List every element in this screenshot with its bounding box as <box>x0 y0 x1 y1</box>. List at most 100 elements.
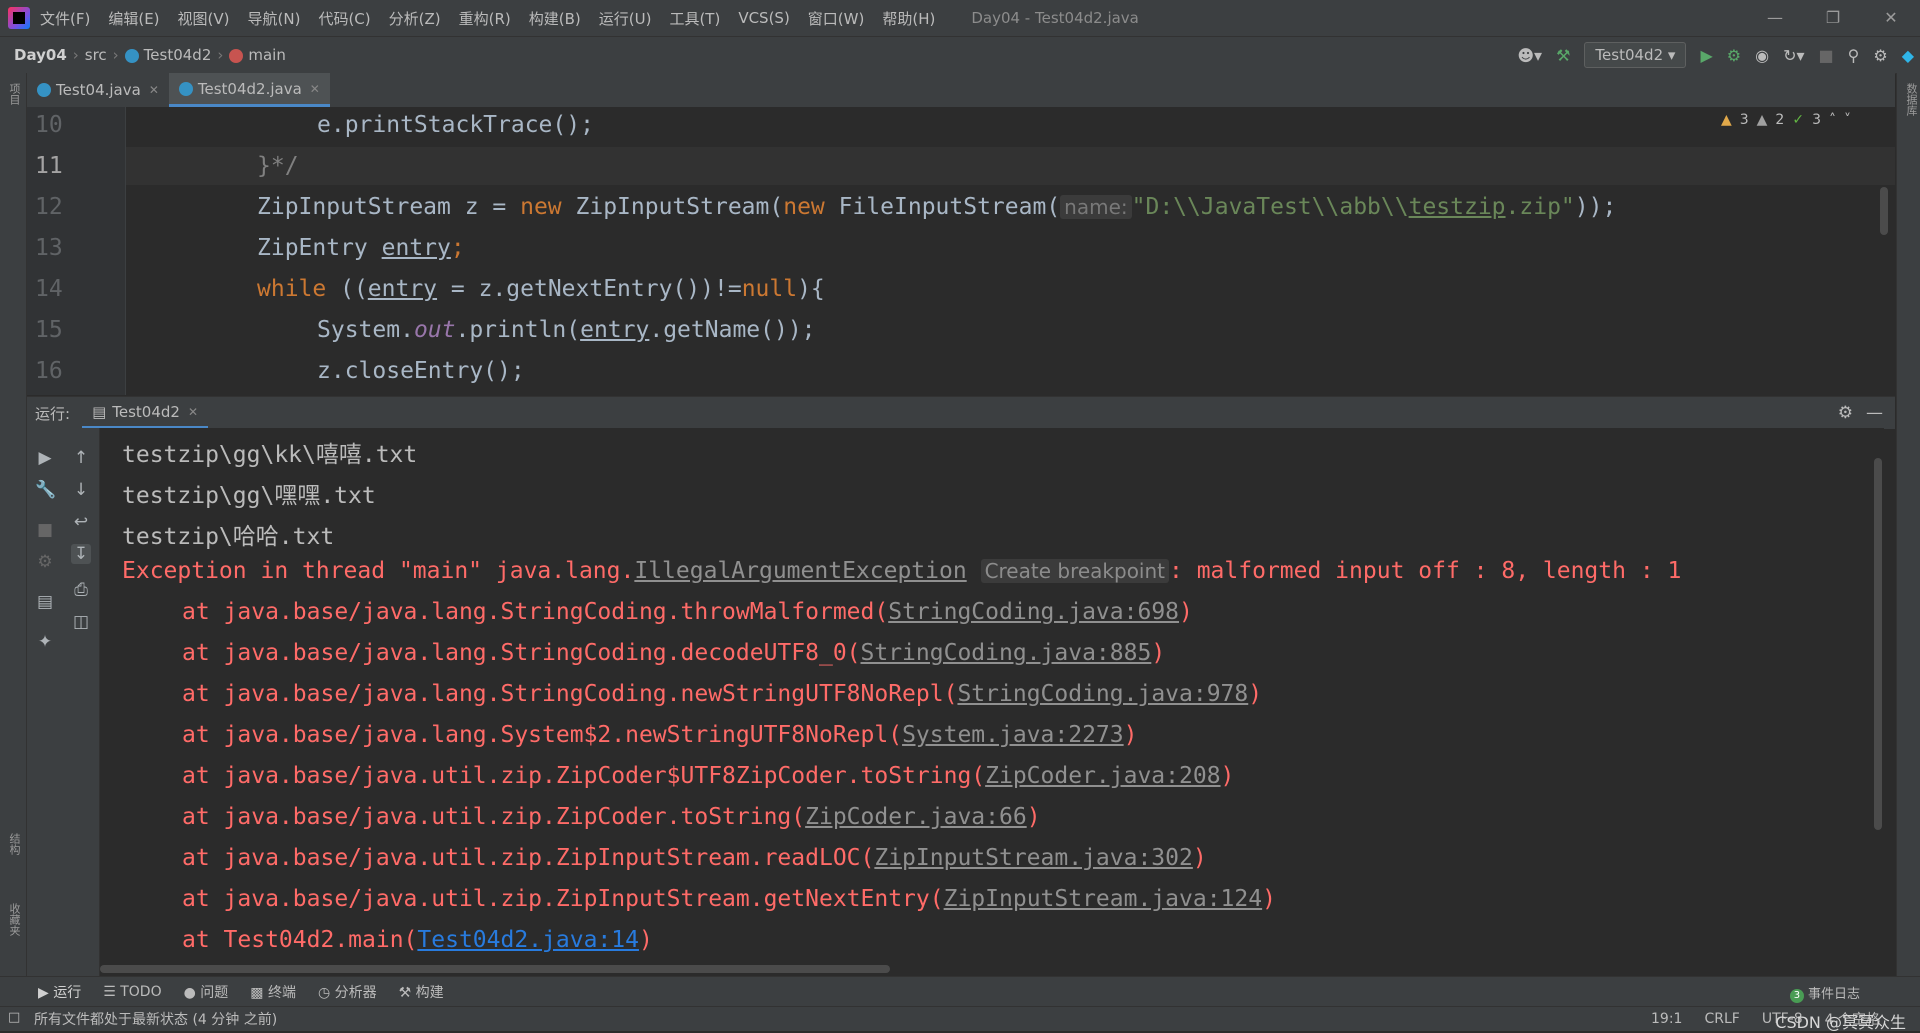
profile-icon[interactable]: ↻▾ <box>1783 46 1804 65</box>
breadcrumb-project[interactable]: Day04 <box>14 46 67 64</box>
inspection-widget[interactable]: ▲ 3 ▲ 2 ✓ 3 ˄ ˅ <box>1721 112 1851 128</box>
run-configuration-select[interactable]: Test04d2 ▾ <box>1584 42 1687 68</box>
tool-tab-terminal[interactable]: ▩ 终端 <box>250 982 296 1002</box>
run-tab-label: Test04d2 <box>112 402 180 421</box>
tool-tab-problems[interactable]: ● 问题 <box>184 982 229 1002</box>
gear-icon[interactable]: ⚙ <box>1873 46 1887 65</box>
trash-icon[interactable]: ◫ <box>71 612 91 632</box>
menu-vcs[interactable]: VCS(S) <box>738 9 789 27</box>
stack-link[interactable]: System.java:2273 <box>902 722 1124 748</box>
stack-paren: ) <box>1262 886 1276 912</box>
menu-code[interactable]: 代码(C) <box>318 8 370 29</box>
hide-panel-icon[interactable]: — <box>1866 403 1883 423</box>
class-icon <box>124 48 139 63</box>
stop-icon[interactable]: ■ <box>1819 46 1834 65</box>
console-horizontal-scrollbar[interactable] <box>100 965 890 973</box>
pin-icon[interactable]: ✦ <box>35 632 55 652</box>
user-icon[interactable]: ☻▾ <box>1517 46 1542 65</box>
stack-line: at Test04d2.main(Test04d2.java:14) <box>182 927 653 953</box>
restore-icon[interactable]: ❐ <box>1804 0 1862 36</box>
layout-toggle-icon[interactable]: □ <box>8 1010 20 1025</box>
console-vertical-scrollbar[interactable] <box>1874 458 1882 830</box>
layout-icon[interactable]: ▤ <box>35 592 55 612</box>
chevron-down-icon[interactable]: ˅ <box>1844 112 1851 128</box>
menu-navigate[interactable]: 导航(N) <box>248 8 301 29</box>
menu-run[interactable]: 运行(U) <box>599 8 652 29</box>
close-tab-icon[interactable]: ✕ <box>188 405 198 419</box>
favorites-tool-label[interactable]: 收藏夹 <box>6 903 22 936</box>
menu-tools[interactable]: 工具(T) <box>669 8 720 29</box>
left-tool-strip: 项目 结构 收藏夹 <box>0 73 27 1005</box>
coverage-icon[interactable]: ◉ <box>1755 46 1769 65</box>
run-tab-test04d2[interactable]: ▤ Test04d2 ✕ <box>82 397 209 429</box>
typo-count: 3 <box>1812 112 1821 128</box>
line-separator[interactable]: CRLF <box>1704 1011 1739 1027</box>
close-tab-icon[interactable]: ✕ <box>310 82 320 96</box>
close-tab-icon[interactable]: ✕ <box>149 83 159 97</box>
tool-tab-profiler[interactable]: ◷ 分析器 <box>318 982 377 1002</box>
scroll-to-end-icon[interactable]: ↧ <box>71 544 91 564</box>
stack-line: at java.base/java.lang.StringCoding.deco… <box>182 640 1165 666</box>
stack-text: at java.base/java.lang.StringCoding.deco… <box>182 640 861 666</box>
stack-link[interactable]: StringCoding.java:698 <box>888 599 1179 625</box>
debug-bug-icon[interactable]: ⚙ <box>35 552 55 572</box>
gear-icon[interactable]: ⚙ <box>1838 403 1853 423</box>
arrow-down-icon[interactable]: ↓ <box>71 480 91 500</box>
minimize-icon[interactable]: — <box>1746 0 1804 36</box>
wrench-icon[interactable]: 🔧 <box>35 480 56 500</box>
stack-link[interactable]: ZipInputStream.java:124 <box>944 886 1263 912</box>
code-editor[interactable]: 10 11 12 13 14 15 16 e.printStackTrace()… <box>27 107 1895 395</box>
stack-link[interactable]: ZipCoder.java:66 <box>805 804 1027 830</box>
status-message[interactable]: 所有文件都处于最新状态 (4 分钟 之前) <box>34 1009 277 1029</box>
event-log-button[interactable]: 3 事件日志 <box>1789 983 1860 1003</box>
stack-link[interactable]: StringCoding.java:885 <box>861 640 1152 666</box>
database-tool-label[interactable]: 数据库 <box>1903 83 1919 116</box>
tab-test04[interactable]: Test04.java ✕ <box>27 73 169 107</box>
editor-scrollbar[interactable] <box>1880 187 1888 235</box>
project-tool-label[interactable]: 项目 <box>6 83 22 105</box>
breadcrumb-src[interactable]: src <box>85 46 107 64</box>
arrow-up-icon[interactable]: ↑ <box>71 448 91 468</box>
exception-class-link[interactable]: IllegalArgumentException <box>634 558 966 584</box>
build-hammer-icon[interactable]: ⚒ <box>1556 46 1570 65</box>
menu-refactor[interactable]: 重构(R) <box>459 8 511 29</box>
stack-link[interactable]: StringCoding.java:978 <box>957 681 1248 707</box>
search-icon[interactable]: ⚲ <box>1848 46 1860 65</box>
stack-link-user-code[interactable]: Test04d2.java:14 <box>417 927 639 953</box>
chevron-right-icon: › <box>112 46 119 64</box>
chevron-up-icon[interactable]: ˄ <box>1829 112 1836 128</box>
tool-tab-build[interactable]: ⚒ 构建 <box>399 982 444 1002</box>
stack-link[interactable]: ZipCoder.java:208 <box>985 763 1220 789</box>
print-icon[interactable]: ⎙ <box>71 580 91 600</box>
code-line-12: ZipInputStream z = new ZipInputStream(ne… <box>257 194 1616 220</box>
exception-line: Exception in thread "main" java.lang.Ill… <box>122 558 1681 584</box>
close-icon[interactable]: ✕ <box>1862 0 1920 36</box>
stop-icon[interactable]: ■ <box>35 520 55 540</box>
breadcrumb-method[interactable]: main <box>229 46 286 64</box>
debug-icon[interactable]: ⚙ <box>1727 46 1741 65</box>
menu-file[interactable]: 文件(F) <box>40 8 90 29</box>
variable-token: entry <box>580 317 650 343</box>
breadcrumb-file[interactable]: Test04d2 <box>124 46 211 64</box>
menu-analyze[interactable]: 分析(Z) <box>389 8 441 29</box>
create-breakpoint-link[interactable]: Create breakpoint <box>980 559 1170 583</box>
tab-test04d2[interactable]: Test04d2.java ✕ <box>168 73 330 107</box>
soft-wrap-icon[interactable]: ↩ <box>71 512 91 532</box>
tool-tab-todo[interactable]: ☰ TODO <box>103 984 161 1000</box>
toolbox-icon[interactable]: ◆ <box>1902 46 1914 65</box>
console-output[interactable]: testzip\gg\kk\嘻嘻.txt testzip\gg\嘿嘿.txt t… <box>100 428 1884 976</box>
tool-tab-run[interactable]: ▶ 运行 <box>38 982 81 1002</box>
keyword-token: while <box>257 276 327 302</box>
structure-tool-label[interactable]: 结构 <box>6 833 22 855</box>
run-icon[interactable]: ▶ <box>1700 46 1712 65</box>
warning-count: 3 <box>1739 112 1749 128</box>
rerun-icon[interactable]: ▶ <box>35 448 55 468</box>
code-token: ZipInputStream z = <box>257 194 521 220</box>
menu-help[interactable]: 帮助(H) <box>882 8 935 29</box>
caret-position[interactable]: 19:1 <box>1651 1011 1682 1027</box>
menu-edit[interactable]: 编辑(E) <box>108 8 159 29</box>
menu-build[interactable]: 构建(B) <box>529 8 581 29</box>
menu-window[interactable]: 窗口(W) <box>808 8 865 29</box>
stack-link[interactable]: ZipInputStream.java:302 <box>874 845 1193 871</box>
menu-view[interactable]: 视图(V) <box>178 8 230 29</box>
